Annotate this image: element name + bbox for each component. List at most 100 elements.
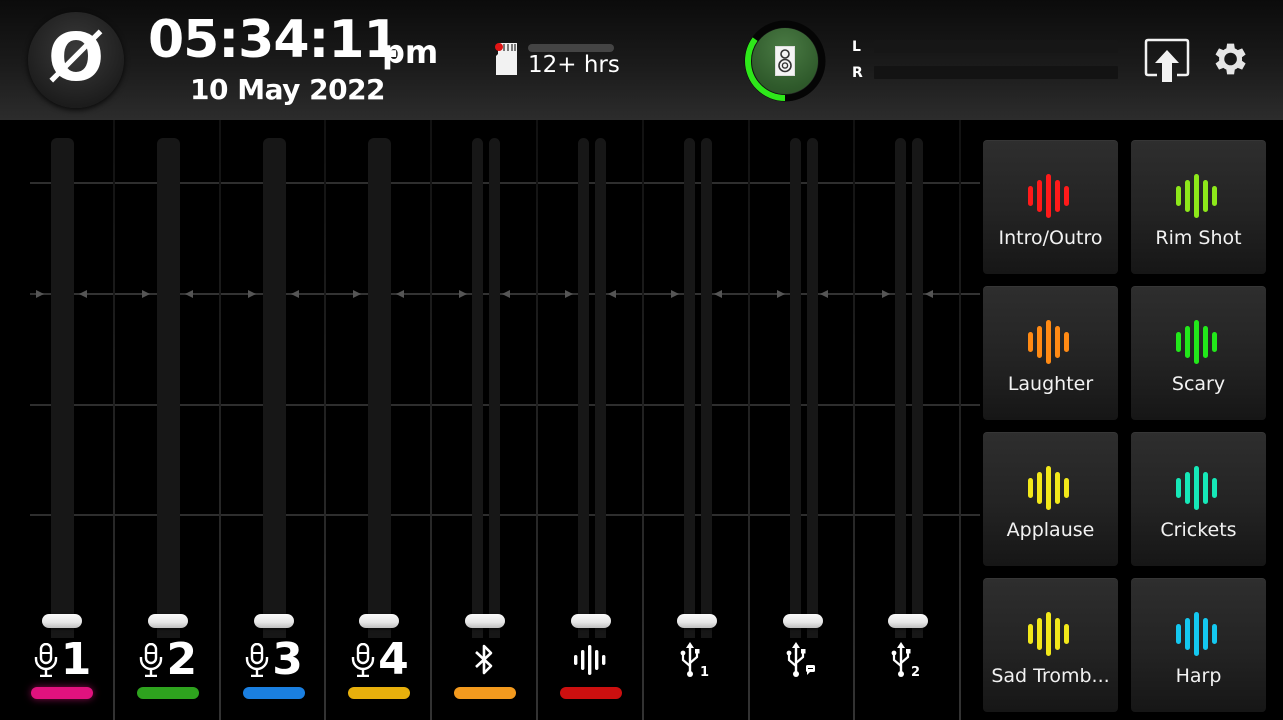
- sound-pad[interactable]: Sad Tromb...: [983, 578, 1118, 712]
- unity-marker-right: [141, 290, 150, 298]
- fader-track[interactable]: [51, 138, 74, 638]
- brand-logo[interactable]: Ø: [28, 12, 124, 108]
- sound-pad-label: Rim Shot: [1155, 228, 1242, 249]
- fader-knob[interactable]: [253, 614, 294, 628]
- usb-chat-icon: [786, 642, 815, 677]
- fader-knob[interactable]: [359, 614, 400, 628]
- unity-marker-left: [713, 290, 722, 298]
- fader-track-right[interactable]: [912, 138, 924, 638]
- clock-ampm: pm: [382, 33, 439, 71]
- sound-pad[interactable]: Laughter: [983, 286, 1118, 420]
- unity-marker-left: [608, 290, 616, 298]
- channel-usb1: 1: [644, 120, 750, 720]
- channel-mic3: 3: [221, 120, 327, 720]
- unity-marker-right: [353, 290, 362, 298]
- upload-screen-icon[interactable]: [1144, 38, 1190, 84]
- meter-right: [874, 66, 1118, 79]
- soundwave-icon: [574, 645, 606, 675]
- channel-number: 4: [378, 634, 409, 685]
- fader-knob[interactable]: [782, 614, 823, 628]
- fader-track-left[interactable]: [789, 138, 801, 638]
- soundwave-icon: [1176, 174, 1217, 218]
- channel-label[interactable]: 2: [115, 635, 221, 685]
- fader-knob[interactable]: [147, 614, 188, 628]
- channel-mic1: 1: [9, 120, 115, 720]
- fader-track-left[interactable]: [683, 138, 695, 638]
- soundwave-icon: [1176, 320, 1217, 364]
- top-bar: Ø 05:34:11 pm 10 May 2022 12+ hrs L R: [0, 0, 1283, 120]
- sound-pad-label: Intro/Outro: [998, 228, 1103, 249]
- unity-marker-right: [247, 290, 256, 298]
- sound-pad[interactable]: Intro/Outro: [983, 140, 1118, 274]
- soundwave-icon: [1028, 320, 1069, 364]
- speaker-button[interactable]: [752, 28, 818, 94]
- channel-label[interactable]: 2: [855, 635, 961, 685]
- microphone-icon: [34, 643, 57, 677]
- unity-marker-right: [670, 290, 679, 298]
- sound-pad-label: Applause: [1006, 520, 1095, 541]
- channel-label[interactable]: [750, 635, 856, 685]
- channel-label[interactable]: 3: [221, 635, 327, 685]
- channel-label[interactable]: 4: [326, 635, 432, 685]
- channel-label[interactable]: 1: [9, 635, 115, 685]
- unity-marker-right: [565, 290, 573, 298]
- speaker-icon: [775, 46, 795, 76]
- fader-track-right[interactable]: [700, 138, 712, 638]
- svg-text:1: 1: [700, 665, 709, 680]
- recording-remaining: 12+ hrs: [528, 52, 620, 78]
- fader-track-right[interactable]: [806, 138, 818, 638]
- meter-left: [874, 40, 1118, 53]
- fader-track[interactable]: [368, 138, 392, 638]
- channel-sound-pads: [538, 120, 644, 720]
- soundwave-icon: [1028, 174, 1069, 218]
- channel-number: 3: [272, 634, 303, 685]
- unity-marker-left: [396, 290, 405, 298]
- fader-knob[interactable]: [465, 614, 506, 628]
- channel-label[interactable]: [538, 635, 644, 685]
- fader-track-right[interactable]: [489, 138, 501, 638]
- channel-usb-chat: [750, 120, 856, 720]
- fader-knob[interactable]: [571, 614, 611, 628]
- channel-color-bar: [560, 687, 622, 699]
- channel-usb2: 2: [855, 120, 961, 720]
- meter-right-label: R: [852, 65, 863, 81]
- channel-color-bar: [136, 687, 199, 699]
- soundwave-icon: [1176, 466, 1217, 510]
- channel-label[interactable]: 1: [644, 635, 750, 685]
- microphone-icon: [351, 643, 375, 677]
- gear-icon[interactable]: [1208, 38, 1250, 80]
- fader-knob[interactable]: [676, 614, 717, 628]
- fader-track[interactable]: [156, 138, 180, 638]
- sound-pad-label: Laughter: [1007, 374, 1094, 395]
- fader-track-left[interactable]: [578, 138, 589, 638]
- logo-glyph: Ø: [47, 19, 105, 96]
- fader-track-left[interactable]: [472, 138, 484, 638]
- sound-pad[interactable]: Scary: [1131, 286, 1266, 420]
- clock-time: 05:34:11: [148, 10, 400, 70]
- sd-card-icon: [495, 43, 517, 75]
- sound-pad[interactable]: Rim Shot: [1131, 140, 1266, 274]
- unity-marker-right: [776, 290, 785, 298]
- unity-marker-left: [925, 290, 934, 298]
- unity-marker-left: [502, 290, 511, 298]
- svg-text:2: 2: [911, 665, 920, 680]
- unity-marker-left: [290, 290, 299, 298]
- sound-pad[interactable]: Crickets: [1131, 432, 1266, 566]
- channel-color-bar: [454, 687, 517, 699]
- fader-knob[interactable]: [888, 614, 929, 628]
- meter-left-label: L: [852, 39, 861, 55]
- sound-pad[interactable]: Harp: [1131, 578, 1266, 712]
- fader-track[interactable]: [262, 138, 286, 638]
- microphone-icon: [140, 643, 163, 677]
- microphone-icon: [246, 643, 269, 677]
- sound-pad[interactable]: Applause: [983, 432, 1118, 566]
- mixer-panel: 1 2 3 4 1 2: [0, 120, 980, 720]
- unity-marker-left: [819, 290, 828, 298]
- channel-label[interactable]: [432, 635, 538, 685]
- channel-color-bar: [348, 687, 411, 699]
- fader-track-right[interactable]: [595, 138, 606, 638]
- bluetooth-icon: [475, 644, 493, 675]
- fader-knob[interactable]: [42, 614, 82, 628]
- sound-pad-label: Sad Tromb...: [991, 666, 1110, 687]
- fader-track-left[interactable]: [895, 138, 907, 638]
